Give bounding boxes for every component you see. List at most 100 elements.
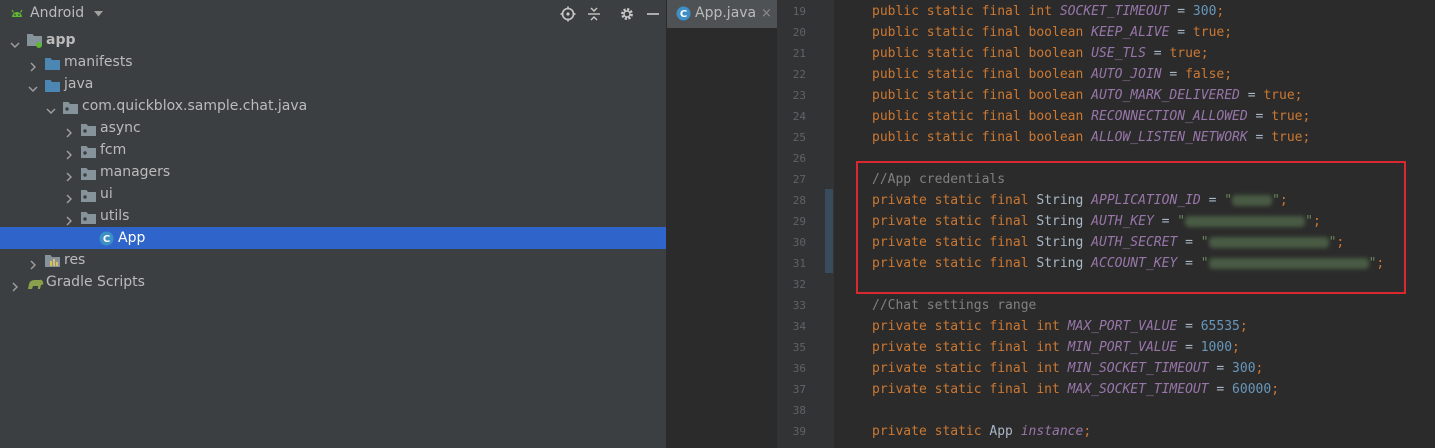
tree-item-label: utils — [100, 208, 130, 224]
code-line: public static final boolean AUTO_MARK_DE… — [872, 85, 1303, 106]
code-token: private static final int — [872, 319, 1068, 334]
tab-app-java[interactable]: C App.java × — [667, 0, 777, 28]
line-number: 22 — [792, 68, 806, 81]
locate-file-icon[interactable] — [560, 6, 576, 22]
tree-item-fcm[interactable]: fcm — [0, 139, 666, 161]
line-number: 31 — [792, 257, 806, 270]
chevron-down-icon[interactable] — [10, 35, 20, 48]
chevron-right-icon[interactable] — [64, 167, 74, 182]
project-view-selector[interactable]: Android — [30, 5, 84, 21]
line-number: 34 — [792, 320, 806, 333]
code-token: true; — [1192, 25, 1233, 40]
line-number: 19 — [792, 5, 806, 18]
line-number: 20 — [792, 26, 806, 39]
code-token: AUTO_JOIN — [1091, 67, 1162, 82]
chevron-right-icon[interactable] — [28, 57, 38, 72]
code-line: private static final int MAX_PORT_VALUE … — [872, 316, 1248, 337]
project-panel-header: Android — [0, 0, 666, 28]
code-token: 1000 — [1200, 340, 1233, 355]
chevron-right-icon[interactable] — [64, 189, 74, 204]
chevron-down-icon[interactable] — [94, 11, 103, 17]
code-line: private static final int MAX_SOCKET_TIME… — [872, 379, 1279, 400]
code-token: ; — [1239, 319, 1248, 334]
chevron-right-icon[interactable] — [64, 145, 74, 160]
code-token: private static final int — [872, 382, 1068, 397]
code-line: private static final int MIN_PORT_VALUE … — [872, 337, 1240, 358]
tree-item-app[interactable]: C App — [0, 227, 666, 249]
code-token: = — [1208, 382, 1233, 397]
code-token: int — [1028, 4, 1060, 19]
tree-item-label: java — [64, 76, 94, 92]
code-token: //Chat settings range — [872, 298, 1037, 313]
tree-item-label: res — [64, 252, 86, 268]
tree-item-label: managers — [100, 164, 171, 180]
line-number: 29 — [792, 215, 806, 228]
tree-item-manifests[interactable]: manifests — [0, 51, 666, 73]
close-icon[interactable]: × — [761, 6, 772, 21]
line-number: 24 — [792, 110, 806, 123]
code-token: MAX_PORT_VALUE — [1067, 319, 1178, 334]
code-token: public static final — [872, 4, 1029, 19]
chevron-right-icon[interactable] — [28, 255, 38, 270]
code-line: public static final boolean ALLOW_LISTEN… — [872, 127, 1310, 148]
tree-item-async[interactable]: async — [0, 117, 666, 139]
code-token: public static final boolean — [872, 130, 1092, 145]
code-token: ; — [1216, 4, 1225, 19]
tree-item-label: ui — [100, 186, 113, 202]
java-class-icon: C — [676, 6, 691, 21]
code-token: AUTO_MARK_DELIVERED — [1091, 88, 1240, 103]
tree-item-label: Gradle Scripts — [46, 274, 145, 290]
chevron-right-icon[interactable] — [64, 123, 74, 138]
code-token: = — [1161, 67, 1186, 82]
code-token: = — [1177, 319, 1201, 334]
code-line: public static final boolean RECONNECTION… — [872, 106, 1310, 127]
code-token: = — [1239, 88, 1264, 103]
minimize-icon[interactable] — [645, 6, 661, 22]
tree-item-label: fcm — [100, 142, 127, 158]
code-token: public static final boolean — [872, 67, 1092, 82]
code-token: public static final boolean — [872, 88, 1092, 103]
code-token: RECONNECTION_ALLOWED — [1091, 109, 1248, 124]
code-line: public static final int SOCKET_TIMEOUT =… — [872, 1, 1224, 22]
code-token: true; — [1271, 130, 1311, 145]
gradle-icon — [27, 275, 45, 297]
line-number: 33 — [792, 299, 806, 312]
chevron-right-icon[interactable] — [10, 277, 20, 292]
chevron-down-icon[interactable] — [28, 79, 38, 92]
line-number: 38 — [792, 404, 806, 417]
chevron-right-icon[interactable] — [64, 211, 74, 226]
code-token: ; — [1255, 361, 1264, 376]
tree-item-ui[interactable]: ui — [0, 183, 666, 205]
chevron-down-icon[interactable] — [46, 101, 56, 114]
tree-item-java[interactable]: java — [0, 73, 666, 95]
code-token: App — [989, 424, 1021, 439]
code-token: = — [1169, 4, 1193, 19]
code-token: 300 — [1192, 4, 1217, 19]
code-token: false; — [1185, 67, 1233, 82]
line-number: 35 — [792, 341, 806, 354]
vcs-change-marker[interactable] — [825, 189, 833, 273]
tree-item-res[interactable]: res — [0, 249, 666, 271]
tree-item-com-quickblox-sample-chat-java[interactable]: com.quickblox.sample.chat.java — [0, 95, 666, 117]
code-token: KEEP_ALIVE — [1091, 25, 1170, 40]
tree-item-managers[interactable]: managers — [0, 161, 666, 183]
code-line: //Chat settings range — [872, 295, 1036, 316]
code-token: private static final int — [872, 340, 1068, 355]
code-token: true; — [1271, 109, 1311, 124]
code-token: 300 — [1232, 361, 1256, 376]
tree-item-label: manifests — [64, 54, 133, 70]
tree-item-app[interactable]: app — [0, 29, 666, 51]
gear-icon[interactable] — [619, 6, 635, 22]
line-number: 37 — [792, 383, 806, 396]
code-line: private static App instance; — [872, 421, 1091, 442]
code-token: ; — [1232, 340, 1240, 355]
code-token: = — [1208, 361, 1233, 376]
code-token: MAX_SOCKET_TIMEOUT — [1067, 382, 1209, 397]
tree-item-utils[interactable]: utils — [0, 205, 666, 227]
tree-item-gradle-scripts[interactable]: Gradle Scripts — [0, 271, 666, 293]
code-line: public static final boolean USE_TLS = tr… — [872, 43, 1209, 64]
line-number: 36 — [792, 362, 806, 375]
code-token: 60000 — [1232, 382, 1272, 397]
project-tool-window: Android app manifests java com.quickblox.sa… — [0, 0, 667, 448]
collapse-all-icon[interactable] — [586, 6, 602, 22]
